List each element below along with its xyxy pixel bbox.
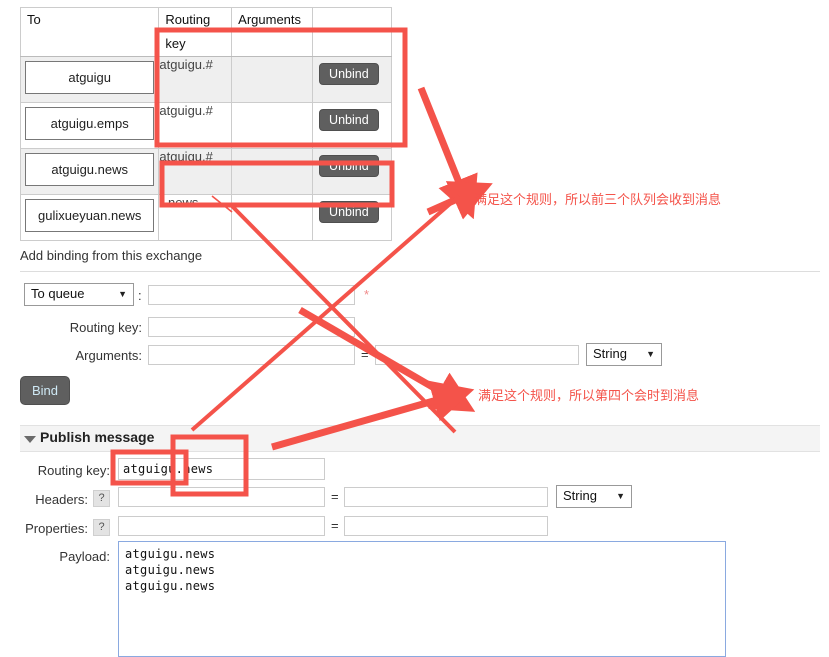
cell-to: atguigu — [19, 56, 160, 103]
arrow-top-note-secondary — [426, 181, 493, 220]
cell-arguments — [231, 148, 314, 195]
queue-link[interactable]: atguigu.news — [25, 153, 155, 186]
column-header-actions — [312, 7, 392, 57]
bindings-table-head: To Routing key Arguments — [19, 7, 392, 57]
queue-link[interactable]: atguigu.emps — [25, 107, 155, 140]
bindings-table: To Routing key Arguments atguigu atguigu… — [19, 7, 392, 241]
binding-target-select[interactable]: To queue ▼ — [24, 283, 134, 306]
add-binding-heading: Add binding from this exchange — [20, 248, 203, 263]
publish-headers-value-input[interactable] — [344, 487, 548, 507]
cell-arguments — [231, 194, 314, 241]
publish-headers-type-value: String — [563, 488, 597, 503]
publish-headers-key-input[interactable] — [118, 487, 325, 507]
cell-routing-key: atguigu.# — [158, 102, 233, 149]
routing-key-value: atguigu.# — [159, 103, 213, 118]
queue-link[interactable]: gulixueyuan.news — [25, 199, 155, 232]
cell-routing-key: atguigu.# — [158, 148, 233, 195]
publish-headers-equals: = — [331, 489, 339, 504]
table-header-row: To Routing key Arguments — [19, 7, 392, 57]
unbind-button[interactable]: Unbind — [319, 109, 379, 131]
arrow-top-note — [417, 86, 478, 220]
queue-link[interactable]: atguigu — [25, 61, 155, 94]
collapse-triangle-icon[interactable] — [24, 436, 36, 443]
table-row: atguigu.emps atguigu.# Unbind — [19, 102, 392, 149]
cell-routing-key: atguigu.# — [158, 56, 233, 103]
routing-key-value: *.news — [159, 195, 199, 210]
cell-to: atguigu.emps — [19, 102, 160, 149]
table-row: atguigu.news atguigu.# Unbind — [19, 148, 392, 195]
divider — [20, 271, 820, 272]
cell-arguments — [231, 56, 314, 103]
cell-action: Unbind — [312, 148, 392, 195]
bindings-table-body: atguigu atguigu.# Unbind atguigu.emps at… — [19, 56, 392, 241]
publish-routing-key-input[interactable] — [118, 458, 325, 480]
binding-arguments-type-value: String — [593, 346, 627, 361]
required-asterisk: * — [364, 287, 370, 302]
column-header-arguments: Arguments — [231, 7, 314, 57]
binding-target-colon: : — [138, 288, 142, 303]
chevron-down-icon: ▼ — [118, 289, 127, 299]
chevron-down-icon: ▼ — [646, 349, 655, 359]
publish-properties-value-input[interactable] — [344, 516, 548, 536]
publish-payload-label: Payload: — [59, 549, 110, 564]
column-header-routing-key: Routing key — [158, 7, 233, 57]
routing-key-value: atguigu.# — [159, 149, 213, 164]
binding-arguments-value-input[interactable] — [375, 345, 579, 365]
annotation-note-top: 满足这个规则，所以前三个队列会收到消息 — [474, 193, 722, 208]
unbind-button[interactable]: Unbind — [319, 201, 379, 223]
binding-arguments-type-select[interactable]: String ▼ — [586, 343, 662, 366]
publish-properties-label: Properties: — [25, 521, 88, 536]
publish-routing-key-label: Routing key: — [37, 463, 110, 478]
routing-key-value: atguigu.# — [159, 57, 213, 72]
bind-button[interactable]: Bind — [20, 376, 71, 405]
publish-payload-textarea[interactable] — [118, 541, 726, 657]
binding-arguments-equals: = — [361, 347, 369, 362]
binding-target-input[interactable] — [148, 285, 355, 305]
table-row: gulixueyuan.news *.news Unbind — [19, 194, 392, 241]
unbind-button[interactable]: Unbind — [319, 63, 379, 85]
cell-to: atguigu.news — [19, 148, 160, 195]
binding-routing-key-input[interactable] — [148, 317, 355, 337]
cell-arguments — [231, 102, 314, 149]
binding-arguments-label: Arguments: — [75, 348, 142, 363]
publish-message-title: Publish message — [40, 429, 155, 445]
table-row: atguigu atguigu.# Unbind — [19, 56, 392, 103]
properties-help-icon[interactable]: ? — [93, 519, 110, 536]
binding-routing-key-label: Routing key: — [69, 320, 142, 335]
cell-to: gulixueyuan.news — [19, 194, 160, 241]
headers-help-icon[interactable]: ? — [93, 490, 110, 507]
annotation-note-bottom: 满足这个规则，所以第四个会时到消息 — [478, 389, 700, 404]
binding-arguments-key-input[interactable] — [148, 345, 355, 365]
unbind-button[interactable]: Unbind — [319, 155, 379, 177]
cell-action: Unbind — [312, 56, 392, 103]
column-header-to: To — [19, 7, 160, 57]
cell-routing-key: *.news — [158, 194, 233, 241]
publish-headers-type-select[interactable]: String ▼ — [556, 485, 632, 508]
cell-action: Unbind — [312, 194, 392, 241]
binding-target-select-value: To queue — [31, 286, 85, 301]
chevron-down-icon: ▼ — [616, 491, 625, 501]
publish-properties-key-input[interactable] — [118, 516, 325, 536]
publish-headers-label: Headers: — [35, 492, 88, 507]
cell-action: Unbind — [312, 102, 392, 149]
publish-properties-equals: = — [331, 518, 339, 533]
